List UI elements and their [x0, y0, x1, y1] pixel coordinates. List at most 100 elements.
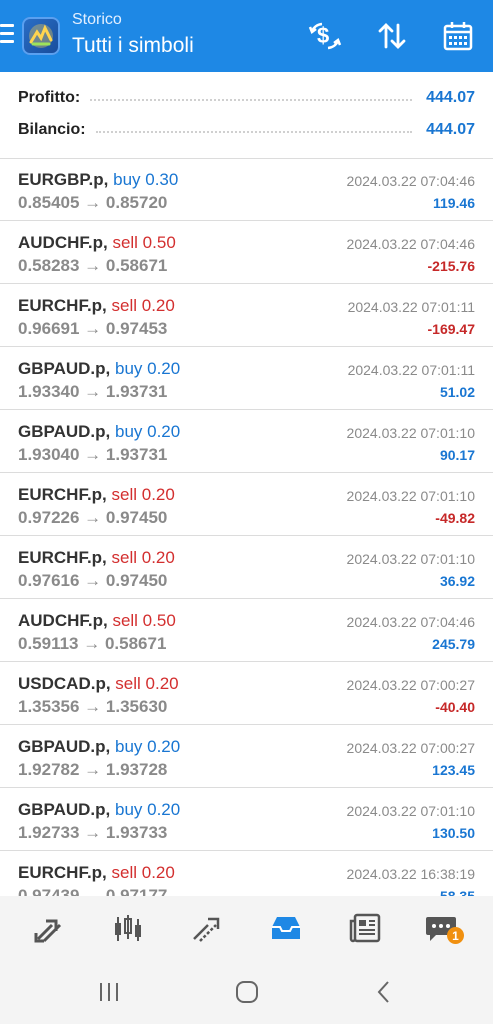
trade-side-volume: sell 0.20: [111, 548, 175, 567]
calendar-icon[interactable]: [440, 18, 476, 54]
trade-symbol: EURCHF.p,: [18, 548, 107, 567]
header-title[interactable]: Tutti i simboli: [72, 34, 194, 58]
trade-side-volume: buy 0.20: [114, 359, 181, 378]
trade-side-volume: buy 0.20: [114, 737, 181, 756]
trade-prices: 1.92782 → 1.93728: [18, 760, 168, 779]
trade-prices: 0.85405 → 0.85720: [18, 193, 168, 212]
trade-profit: 58.35: [439, 888, 475, 896]
profit-value: 444.07: [426, 89, 475, 106]
header-subtitle: Storico: [72, 11, 122, 28]
trade-side-volume: sell 0.20: [111, 485, 175, 504]
recent-apps-icon[interactable]: [95, 978, 123, 1006]
trade-symbol: USDCAD.p,: [18, 674, 111, 693]
bottom-tab-bar: 1: [0, 896, 493, 960]
dotted-leader: [90, 99, 413, 101]
home-icon[interactable]: [233, 978, 261, 1006]
trade-profit: -49.82: [435, 510, 475, 526]
trade-prices: 0.96691 → 0.97453: [18, 319, 168, 338]
messages-badge: 1: [447, 927, 464, 944]
trade-profit: 36.92: [439, 573, 475, 589]
trade-profit: 119.46: [432, 195, 475, 211]
trade-row[interactable]: EURCHF.p, sell 0.20 0.96691 → 0.97453 2024…: [0, 284, 493, 347]
trade-symbol-line: EURCHF.p, sell 0.20: [18, 863, 175, 883]
trade-symbol-line: GBPAUD.p, buy 0.20: [18, 800, 180, 820]
trade-row[interactable]: EURCHF.p, sell 0.20 0.97226 → 0.97450 2024…: [0, 473, 493, 536]
trade-row[interactable]: EURCHF.p, sell 0.20 0.97439 → 0.97177 2024…: [0, 851, 493, 896]
app-logo: [22, 17, 60, 55]
trade-symbol-line: EURCHF.p, sell 0.20: [18, 485, 175, 505]
chart-tab-icon[interactable]: [108, 910, 148, 946]
system-navigation-bar: [0, 960, 493, 1024]
trade-time: 2024.03.22 07:01:10: [346, 551, 475, 567]
trade-row[interactable]: EURGBP.p, buy 0.30 0.85405 → 0.85720 2024.…: [0, 158, 493, 221]
trade-profit: -215.76: [427, 258, 475, 274]
trade-profit: 90.17: [439, 447, 475, 463]
trade-symbol: GBPAUD.p,: [18, 359, 111, 378]
svg-text:$: $: [317, 23, 329, 48]
trade-tab-icon[interactable]: [187, 910, 227, 946]
balance-row: Bilancio: 444.07: [18, 117, 475, 143]
trade-time: 2024.03.22 07:00:27: [346, 677, 475, 693]
trade-side-volume: buy 0.20: [114, 800, 181, 819]
trade-history-list[interactable]: EURGBP.p, buy 0.30 0.85405 → 0.85720 2024.…: [0, 158, 493, 896]
app-header: Storico Tutti i simboli $: [0, 0, 493, 72]
trade-prices: 1.93040 → 1.93731: [18, 445, 168, 464]
trade-symbol: EURGBP.p,: [18, 170, 109, 189]
trade-symbol-line: EURCHF.p, sell 0.20: [18, 296, 175, 316]
trade-symbol-line: GBPAUD.p, buy 0.20: [18, 422, 180, 442]
trade-row[interactable]: EURCHF.p, sell 0.20 0.97616 → 0.97450 2024…: [0, 536, 493, 599]
summary-panel: Profitto: 444.07 Bilancio: 444.07: [0, 72, 493, 159]
trade-time: 2024.03.22 07:01:10: [346, 425, 475, 441]
trade-side-volume: sell 0.50: [112, 611, 176, 630]
trade-profit: 51.02: [439, 384, 475, 400]
trade-prices: 1.93340 → 1.93731: [18, 382, 168, 401]
trade-row[interactable]: USDCAD.p, sell 0.20 1.35356 → 1.35630 2024…: [0, 662, 493, 725]
quotes-tab-icon[interactable]: [29, 910, 69, 946]
trade-prices: 0.97439 → 0.97177: [18, 886, 168, 896]
trade-symbol-line: USDCAD.p, sell 0.20: [18, 674, 179, 694]
trade-symbol: EURCHF.p,: [18, 485, 107, 504]
news-tab-icon[interactable]: [345, 910, 385, 946]
trade-time: 2024.03.22 07:04:46: [346, 173, 475, 189]
trade-time: 2024.03.22 07:04:46: [346, 236, 475, 252]
trade-row[interactable]: AUDCHF.p, sell 0.50 0.59113 → 0.58671 2024…: [0, 599, 493, 662]
trade-symbol: AUDCHF.p,: [18, 233, 108, 252]
trade-prices: 1.35356 → 1.35630: [18, 697, 168, 716]
trade-prices: 1.92733 → 1.93733: [18, 823, 168, 842]
trade-profit: 123.45: [432, 762, 475, 778]
trade-side-volume: buy 0.20: [114, 422, 181, 441]
profit-row: Profitto: 444.07: [18, 85, 475, 111]
sort-icon[interactable]: [374, 18, 410, 54]
back-icon[interactable]: [370, 978, 398, 1006]
balance-label: Bilancio:: [18, 121, 86, 138]
trade-row[interactable]: GBPAUD.p, buy 0.20 1.93040 → 1.93731 2024.…: [0, 410, 493, 473]
trade-symbol: EURCHF.p,: [18, 863, 107, 882]
trade-prices: 0.58283 → 0.58671: [18, 256, 168, 275]
trade-symbol: AUDCHF.p,: [18, 611, 108, 630]
trade-time: 2024.03.22 07:04:46: [346, 614, 475, 630]
menu-icon[interactable]: [0, 24, 14, 44]
trade-row[interactable]: GBPAUD.p, buy 0.20 1.92782 → 1.93728 2024.…: [0, 725, 493, 788]
dotted-leader: [95, 131, 413, 133]
history-tab-icon[interactable]: [266, 910, 306, 946]
trade-symbol: EURCHF.p,: [18, 296, 107, 315]
trade-profit: 245.79: [432, 636, 475, 652]
trade-symbol-line: GBPAUD.p, buy 0.20: [18, 737, 180, 757]
balance-value: 444.07: [426, 121, 475, 138]
trade-row[interactable]: GBPAUD.p, buy 0.20 1.92733 → 1.93733 2024.…: [0, 788, 493, 851]
trade-side-volume: buy 0.30: [113, 170, 179, 189]
trade-side-volume: sell 0.20: [111, 863, 175, 882]
trade-time: 2024.03.22 07:00:27: [346, 740, 475, 756]
trade-symbol: GBPAUD.p,: [18, 422, 111, 441]
trade-profit: -169.47: [427, 321, 475, 337]
trade-row[interactable]: GBPAUD.p, buy 0.20 1.93340 → 1.93731 2024.…: [0, 347, 493, 410]
trade-profit: 130.50: [432, 825, 475, 841]
trade-side-volume: sell 0.20: [111, 296, 175, 315]
trade-time: 2024.03.22 07:01:11: [347, 362, 475, 378]
deposit-exchange-icon[interactable]: $: [307, 18, 343, 54]
trade-symbol-line: AUDCHF.p, sell 0.50: [18, 611, 176, 631]
trade-row[interactable]: AUDCHF.p, sell 0.50 0.58283 → 0.58671 2024…: [0, 221, 493, 284]
messages-tab-icon[interactable]: 1: [418, 910, 464, 946]
trade-prices: 0.97616 → 0.97450: [18, 571, 168, 590]
trade-time: 2024.03.22 07:01:11: [347, 299, 475, 315]
